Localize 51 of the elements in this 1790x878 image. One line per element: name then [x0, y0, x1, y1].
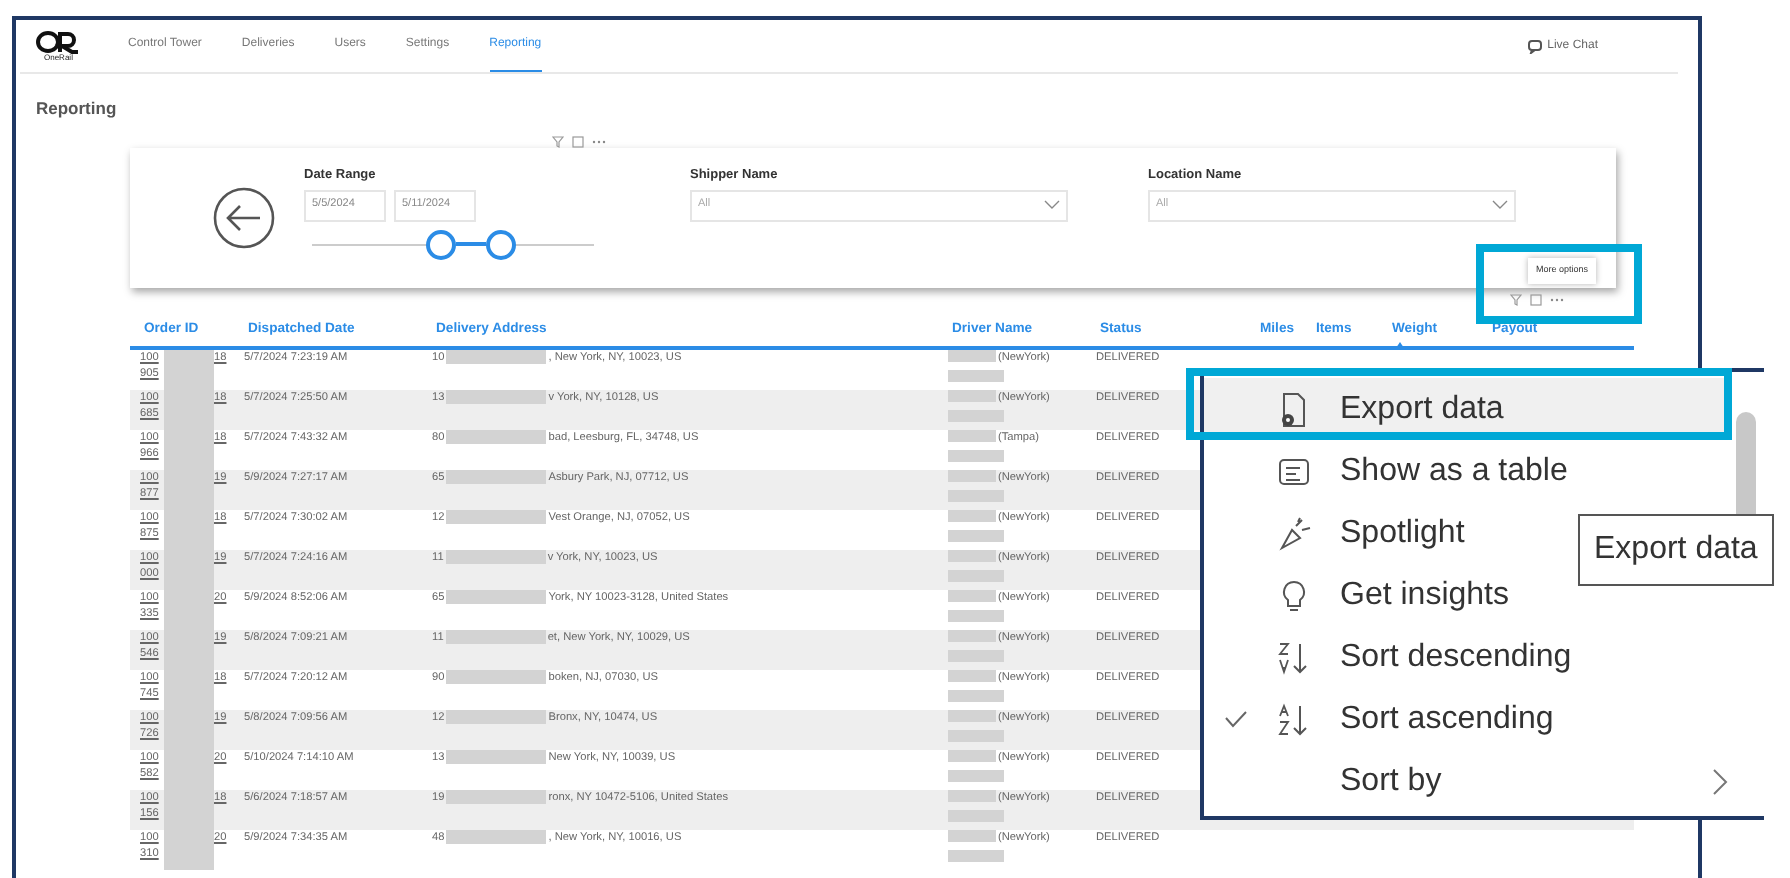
redaction-bar — [948, 369, 1004, 382]
redaction-bar — [948, 409, 1004, 422]
redaction-bar — [948, 849, 1004, 862]
redaction-bar — [948, 389, 996, 402]
logo-icon — [36, 30, 80, 54]
slider-thumb[interactable] — [426, 229, 457, 259]
redaction-bar — [445, 629, 546, 644]
tooltip: Export data — [1578, 514, 1774, 586]
redaction-bar — [446, 789, 547, 804]
chevron-down-icon — [1492, 200, 1508, 210]
redaction-bar — [948, 709, 996, 722]
redaction-bar — [948, 489, 1004, 502]
redaction-bar — [445, 549, 546, 564]
redaction-bar — [948, 689, 1004, 702]
redaction-bar — [948, 549, 996, 562]
redaction-bar — [948, 469, 996, 482]
chat-icon — [1527, 39, 1544, 53]
menu-item[interactable]: Show as a table — [1204, 440, 1728, 502]
redaction-bar — [446, 469, 547, 484]
menu-item[interactable]: Sort by — [1204, 750, 1728, 812]
redaction-bar — [948, 789, 996, 802]
redaction-bar — [446, 389, 547, 404]
table-icon — [1276, 453, 1312, 489]
redaction-bar — [948, 809, 1004, 822]
redaction-bar — [948, 729, 1004, 742]
more-options-icon[interactable] — [592, 135, 606, 148]
redaction-bar — [164, 349, 214, 390]
page-title: Reporting — [36, 96, 119, 122]
sort-ascending-icon — [1276, 701, 1312, 737]
sort-descending-icon — [1276, 639, 1312, 675]
menu-item[interactable]: Sort descending — [1204, 626, 1728, 688]
redaction-bar — [446, 709, 547, 724]
redaction-bar — [948, 769, 1004, 782]
redaction-bar — [164, 829, 214, 870]
spotlight-icon — [1276, 515, 1312, 551]
menu-item[interactable]: Sort ascending — [1204, 688, 1728, 750]
filter-icon[interactable] — [552, 135, 564, 148]
redaction-bar — [948, 609, 1004, 622]
redaction-bar — [948, 649, 1004, 662]
redaction-bar — [948, 569, 1004, 582]
more-options-icon[interactable] — [1550, 293, 1564, 306]
slider-thumb[interactable] — [485, 229, 516, 259]
chevron-down-icon — [1044, 200, 1060, 210]
redaction-bar — [948, 629, 996, 642]
chevron-right-icon — [1712, 767, 1728, 795]
checkmark-icon — [1224, 710, 1248, 728]
focus-mode-icon[interactable] — [572, 135, 584, 148]
redaction-bar — [948, 529, 1004, 542]
focus-mode-icon[interactable] — [1530, 293, 1542, 306]
redaction-bar — [948, 449, 1004, 462]
filter-icon[interactable] — [1510, 293, 1522, 306]
